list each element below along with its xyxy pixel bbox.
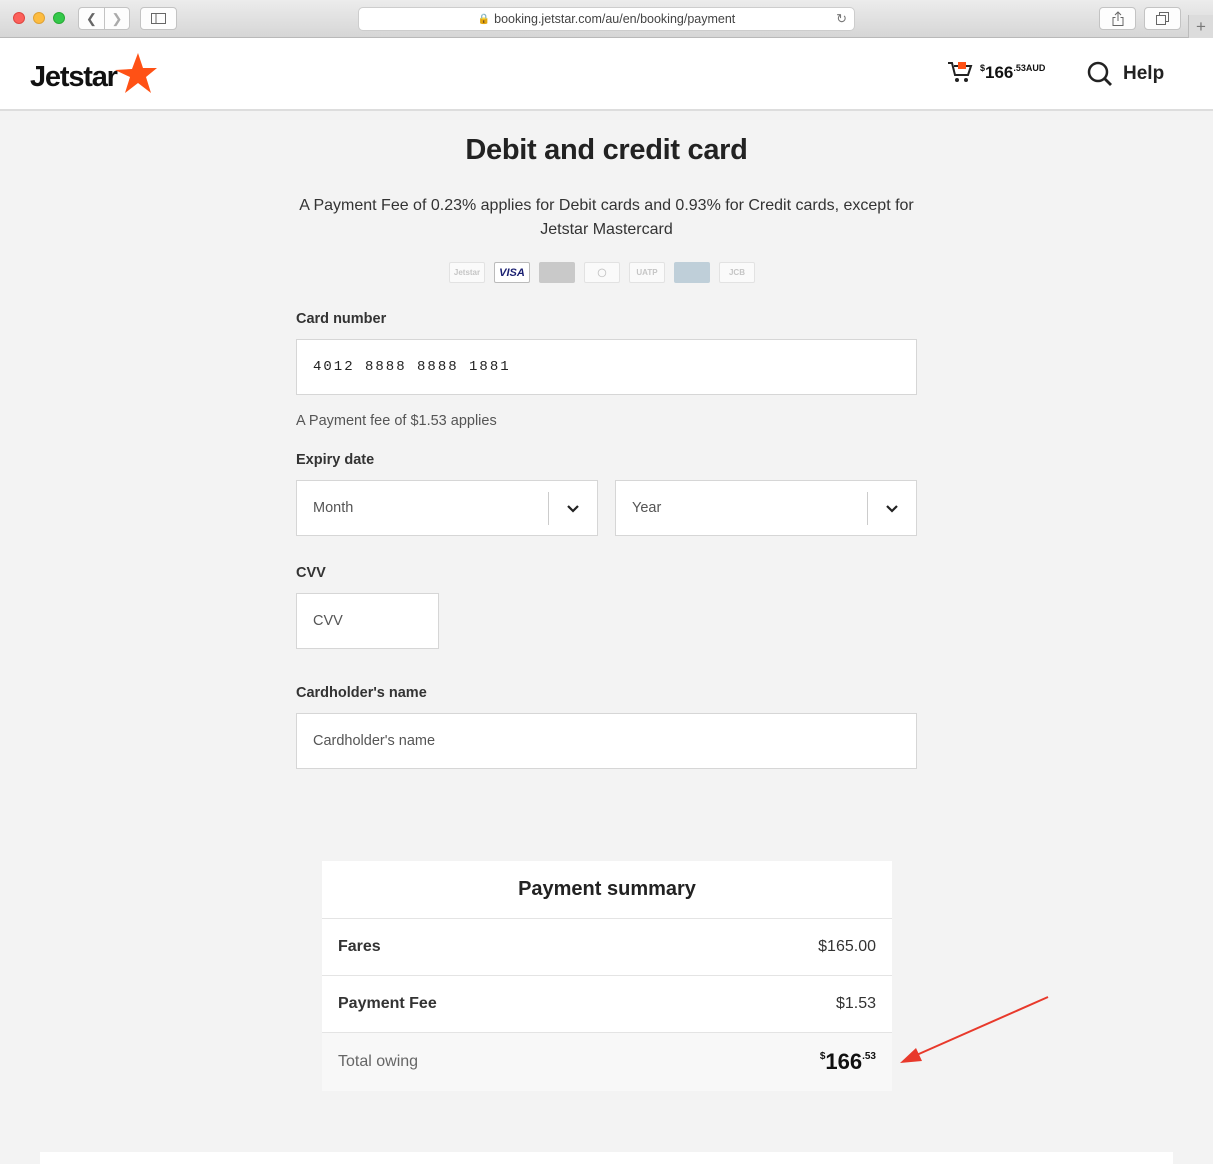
payment-summary: Payment summary Fares $165.00 Payment Fe…: [322, 861, 892, 1091]
minimize-window-button[interactable]: [33, 12, 45, 24]
help-label: Help: [1123, 63, 1165, 84]
tab-overview-button[interactable]: [1144, 7, 1181, 30]
summary-row-label: Payment Fee: [338, 995, 437, 1012]
total-owing-label: Total owing: [338, 1053, 419, 1070]
site-header: Jetstar $166.53AUD Help: [0, 38, 1213, 111]
share-button[interactable]: [1099, 7, 1136, 30]
expiry-month-select[interactable]: Month: [296, 480, 598, 536]
card-number-label: Card number: [296, 311, 387, 327]
share-icon: [1112, 11, 1123, 26]
chevron-down-icon: [886, 505, 898, 513]
next-section-card: [40, 1152, 1173, 1164]
jcb-logo: JCB: [719, 262, 755, 283]
cart-icon: [948, 62, 973, 82]
summary-row-label: Fares: [338, 938, 381, 955]
help-link[interactable]: Help: [1087, 61, 1164, 87]
select-divider: [867, 492, 868, 525]
cvv-input[interactable]: CVV: [296, 593, 439, 649]
history-navigation: ❮ ❯: [78, 7, 130, 30]
summary-row-payment-fee: Payment Fee $1.53: [322, 976, 892, 1033]
plus-icon: +: [1196, 16, 1206, 36]
year-value: Year: [632, 500, 662, 516]
american-express-logo: [674, 262, 710, 283]
select-divider: [548, 492, 549, 525]
address-bar[interactable]: 🔒 booking.jetstar.com/au/en/booking/paym…: [358, 7, 855, 31]
card-number-input[interactable]: 4012 8888 8888 1881: [296, 339, 917, 395]
new-tab-button[interactable]: +: [1188, 15, 1213, 38]
expiry-date-label: Expiry date: [296, 452, 375, 468]
sidebar-toggle-button[interactable]: [140, 7, 177, 30]
url-text: booking.jetstar.com/au/en/booking/paymen…: [494, 12, 736, 26]
close-window-button[interactable]: [13, 12, 25, 24]
star-icon: [114, 53, 157, 93]
back-button[interactable]: ❮: [79, 8, 104, 29]
diners-club-logo: ◯: [584, 262, 620, 283]
chevron-down-icon: [567, 505, 579, 513]
zoom-window-button[interactable]: [53, 12, 65, 24]
reload-icon[interactable]: ↻: [836, 11, 847, 27]
cart-summary[interactable]: $166.53AUD: [947, 60, 1045, 84]
forward-button[interactable]: ❯: [103, 8, 129, 29]
mastercard-logo: [539, 262, 575, 283]
accepted-cards: Jetstar VISA ◯ UATP JCB: [449, 262, 755, 283]
chevron-left-icon: ❮: [86, 10, 97, 26]
search-icon: [1087, 61, 1112, 86]
cart-total: $166.53AUD: [980, 63, 1046, 82]
page-title: Debit and credit card: [465, 134, 748, 166]
month-value: Month: [313, 500, 354, 516]
lock-icon: 🔒: [477, 13, 491, 25]
cardholder-name-input[interactable]: Cardholder's name: [296, 713, 917, 769]
expiry-year-select[interactable]: Year: [615, 480, 917, 536]
summary-row-fares: Fares $165.00: [322, 919, 892, 976]
uatp-logo: UATP: [629, 262, 665, 283]
summary-row-value: $165.00: [818, 938, 876, 955]
jetstar-mastercard-logo: Jetstar: [449, 262, 485, 283]
browser-toolbar: ❮ ❯ 🔒 booking.jetstar.com/au/en/booking/…: [0, 0, 1213, 38]
summary-row-total: Total owing $166.53: [322, 1033, 892, 1091]
payment-fee-note: A Payment Fee of 0.23% applies for Debit…: [299, 197, 914, 238]
annotation-arrow-icon: [900, 996, 1049, 1063]
tabs-icon: [1156, 12, 1169, 25]
summary-row-value: $1.53: [835, 995, 876, 1012]
cvv-label: CVV: [296, 565, 326, 581]
total-owing-amount: $166.53: [819, 1049, 876, 1074]
visa-logo: VISA: [494, 262, 530, 283]
sidebar-icon: [151, 13, 166, 24]
jetstar-logo[interactable]: Jetstar: [30, 53, 157, 95]
chevron-right-icon: ❯: [111, 10, 123, 26]
cardholder-name-label: Cardholder's name: [296, 685, 427, 701]
payment-summary-title: Payment summary: [322, 861, 892, 919]
logo-text: Jetstar: [30, 60, 118, 93]
payment-fee-amount-note: A Payment fee of $1.53 applies: [296, 413, 497, 429]
